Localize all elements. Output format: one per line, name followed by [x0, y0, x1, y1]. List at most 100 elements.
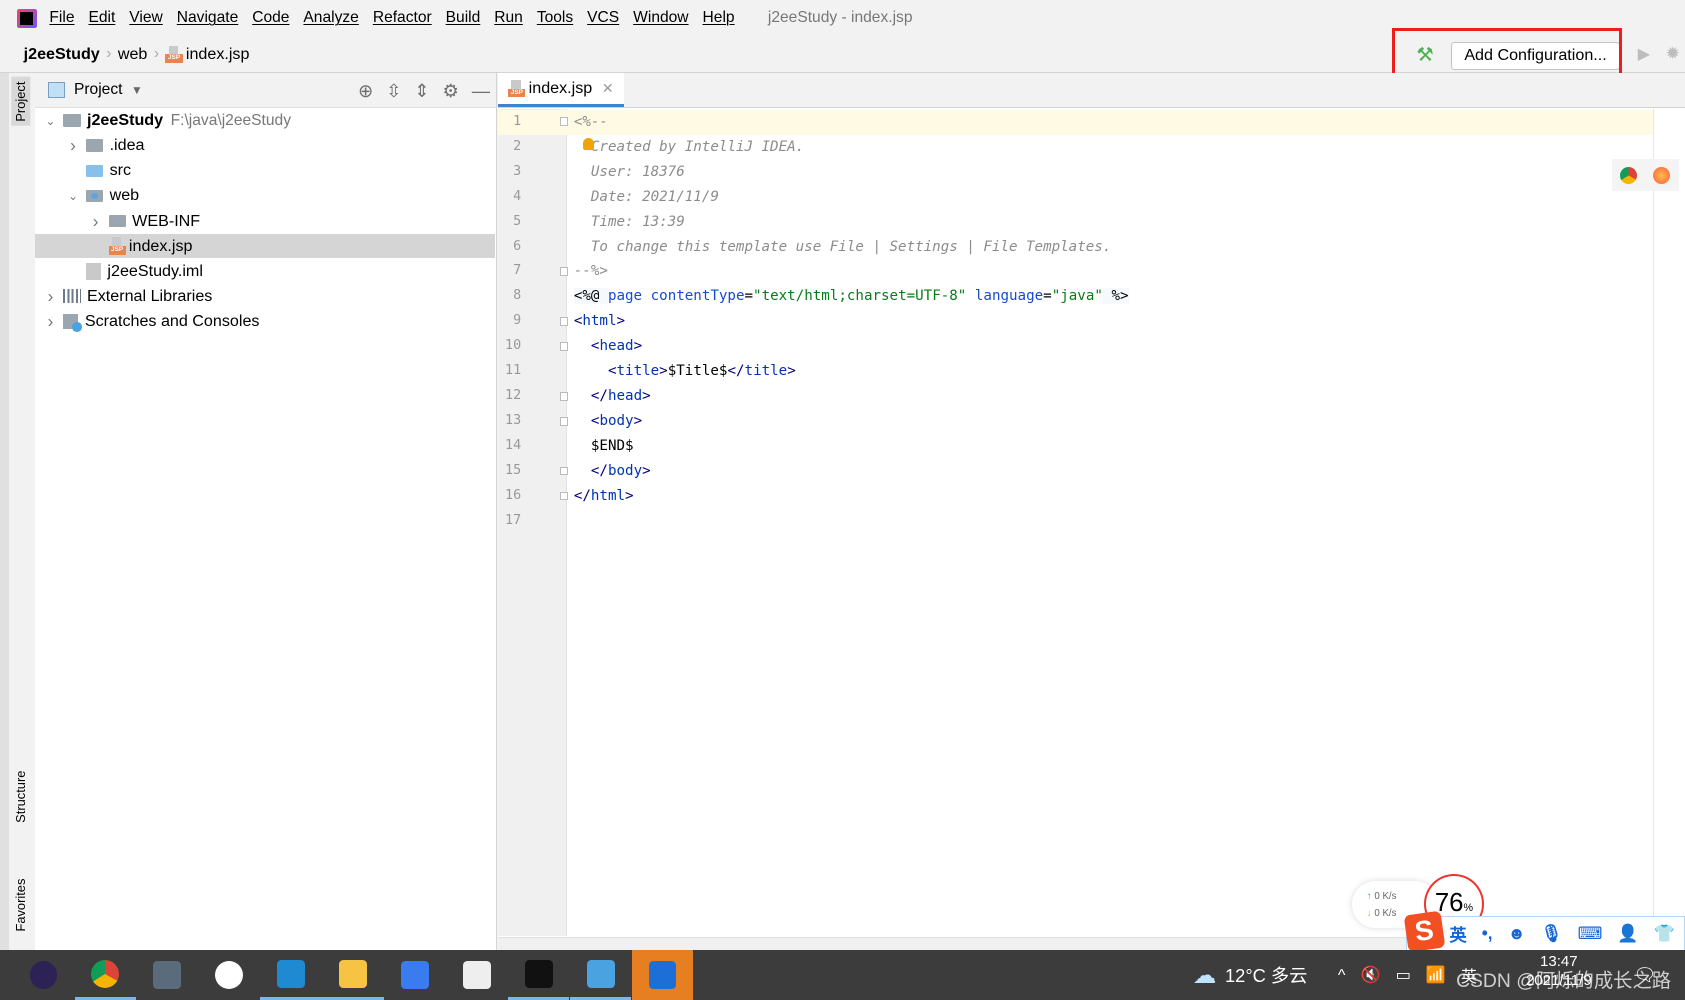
code-line[interactable]: 15 </body>	[498, 459, 1653, 484]
expand-all-icon[interactable]: ⇳	[386, 80, 401, 102]
code-line[interactable]: 9 <html>	[498, 309, 1653, 334]
weather-widget[interactable]: ☁ 12°C 多云	[1193, 950, 1308, 1000]
fold-marker-icon[interactable]	[559, 491, 569, 501]
line-number[interactable]: 14	[498, 434, 521, 459]
taskbar-vscode[interactable]	[260, 950, 322, 1000]
tree-item[interactable]: › Scratches and Consoles	[35, 309, 495, 334]
tree-item[interactable]: ⌄ j2eeStudy F:\java\j2eeStudy	[35, 109, 495, 134]
speaker-muted-icon[interactable]: 🔇	[1360, 965, 1380, 985]
line-number[interactable]: 6	[498, 235, 521, 260]
chevron-up-icon[interactable]: ^	[1338, 966, 1346, 985]
minimize-icon[interactable]: —	[472, 80, 490, 102]
tab-structure[interactable]: Structure	[11, 766, 30, 827]
tree-item[interactable]: › WEB-INF	[35, 209, 495, 234]
chevron-right-icon[interactable]: ›	[64, 135, 81, 156]
user-icon[interactable]: 👤	[1617, 923, 1638, 944]
tab-favorites[interactable]: Favorites	[11, 874, 30, 936]
lightbulb-icon[interactable]	[583, 137, 595, 151]
locate-icon[interactable]: ⊕	[358, 80, 373, 102]
line-number[interactable]: 7	[498, 259, 521, 284]
close-icon[interactable]: ✕	[602, 80, 614, 97]
taskbar-typora[interactable]	[446, 950, 507, 1000]
ime-language-toggle[interactable]: 英	[1450, 921, 1467, 946]
tree-item[interactable]: src	[35, 159, 495, 184]
code-line[interactable]: 3 User: 18376	[498, 160, 1653, 185]
menu-help[interactable]: Help	[703, 9, 735, 26]
chevron-down-icon[interactable]: ⌄	[64, 189, 81, 203]
taskbar-remote-desktop[interactable]	[137, 950, 198, 1000]
line-number[interactable]: 9	[498, 309, 521, 334]
line-number[interactable]: 3	[498, 160, 521, 185]
line-number[interactable]: 10	[498, 334, 521, 359]
sogou-logo-icon[interactable]: S	[1403, 911, 1445, 953]
line-number[interactable]: 1	[498, 110, 521, 135]
fold-marker-icon[interactable]	[559, 316, 569, 326]
line-number[interactable]: 4	[498, 185, 521, 210]
taskbar-eclipse[interactable]	[13, 950, 74, 1000]
code-line[interactable]: 4 Date: 2021/11/9	[498, 185, 1653, 210]
code-line[interactable]: 2 Created by IntelliJ IDEA.	[498, 135, 1653, 160]
breadcrumb-project[interactable]: j2eeStudy	[24, 45, 100, 64]
fold-marker-icon[interactable]	[559, 341, 569, 351]
code-line[interactable]: 11 <title>$Title$</title>	[498, 359, 1653, 384]
wifi-icon[interactable]: 📶	[1426, 965, 1446, 985]
code-line[interactable]: 7 --%>	[498, 259, 1653, 284]
menu-window[interactable]: Window	[633, 9, 688, 26]
tab-index-jsp[interactable]: index.jsp ✕	[497, 73, 625, 108]
fold-marker-icon[interactable]	[559, 466, 569, 476]
keyboard-icon[interactable]: ⌨	[1578, 923, 1603, 944]
project-view-dropdown[interactable]: Project	[74, 81, 122, 99]
taskbar-terminal[interactable]	[508, 950, 570, 1000]
code-line[interactable]: 5 Time: 13:39	[498, 210, 1653, 235]
chevron-right-icon[interactable]: ›	[42, 311, 59, 332]
line-number[interactable]: 13	[498, 409, 521, 434]
menu-file[interactable]: File	[49, 9, 74, 26]
fold-marker-icon[interactable]	[559, 117, 569, 126]
fold-marker-icon[interactable]	[559, 416, 569, 426]
line-number[interactable]: 15	[498, 459, 521, 484]
tree-item[interactable]: j2eeStudy.iml	[35, 259, 495, 284]
menu-run[interactable]: Run	[494, 9, 523, 26]
microphone-icon[interactable]: 🎙	[1541, 923, 1563, 944]
skin-icon[interactable]: 👕	[1654, 923, 1675, 944]
code-line[interactable]: 8 <%@ page contentType="text/html;charset…	[498, 284, 1653, 309]
taskbar-feishu[interactable]	[384, 950, 445, 1000]
tree-item[interactable]: › External Libraries	[35, 284, 495, 309]
menu-vcs[interactable]: VCS	[587, 9, 619, 26]
taskbar-chrome[interactable]	[74, 950, 137, 1000]
menu-navigate[interactable]: Navigate	[177, 9, 238, 26]
line-number[interactable]: 17	[498, 509, 521, 534]
menu-code[interactable]: Code	[252, 9, 289, 26]
chrome-icon[interactable]	[1619, 166, 1638, 184]
breadcrumb-file[interactable]: index.jsp	[186, 45, 250, 64]
gear-icon[interactable]: ⚙	[443, 80, 459, 102]
fold-marker-icon[interactable]	[559, 391, 569, 401]
chevron-down-icon[interactable]: ⌄	[42, 114, 59, 128]
tree-item[interactable]: index.jsp	[35, 233, 496, 259]
menu-view[interactable]: View	[129, 9, 162, 26]
taskbar-control-panel[interactable]	[569, 950, 632, 1000]
taskbar-app-dots[interactable]	[199, 950, 260, 1000]
menu-edit[interactable]: Edit	[88, 9, 115, 26]
line-number[interactable]: 5	[498, 210, 521, 235]
code-line[interactable]: 1 <%--	[497, 109, 1653, 135]
chevron-right-icon[interactable]: ›	[42, 286, 59, 307]
taskbar-file-explorer[interactable]	[322, 950, 384, 1000]
tab-project[interactable]: Project	[10, 77, 31, 127]
tree-item[interactable]: › .idea	[35, 134, 495, 159]
firefox-icon[interactable]	[1653, 166, 1671, 184]
menu-build[interactable]: Build	[446, 9, 481, 26]
collapse-all-icon[interactable]: ⇕	[414, 80, 429, 102]
line-number[interactable]: 12	[498, 384, 521, 409]
menu-tools[interactable]: Tools	[537, 9, 573, 26]
emoji-icon[interactable]: ☻	[1508, 923, 1526, 944]
menu-analyze[interactable]: Analyze	[303, 9, 358, 26]
fold-marker-icon[interactable]	[559, 267, 569, 276]
code-line[interactable]: 14 $END$	[498, 434, 1653, 459]
code-line[interactable]: 13 <body>	[498, 409, 1653, 434]
taskbar-security-shield[interactable]	[631, 949, 694, 1000]
code-line[interactable]: 17	[498, 509, 1653, 534]
line-number[interactable]: 2	[498, 135, 521, 160]
breadcrumb-web[interactable]: web	[118, 45, 148, 64]
line-number[interactable]: 8	[498, 284, 521, 309]
